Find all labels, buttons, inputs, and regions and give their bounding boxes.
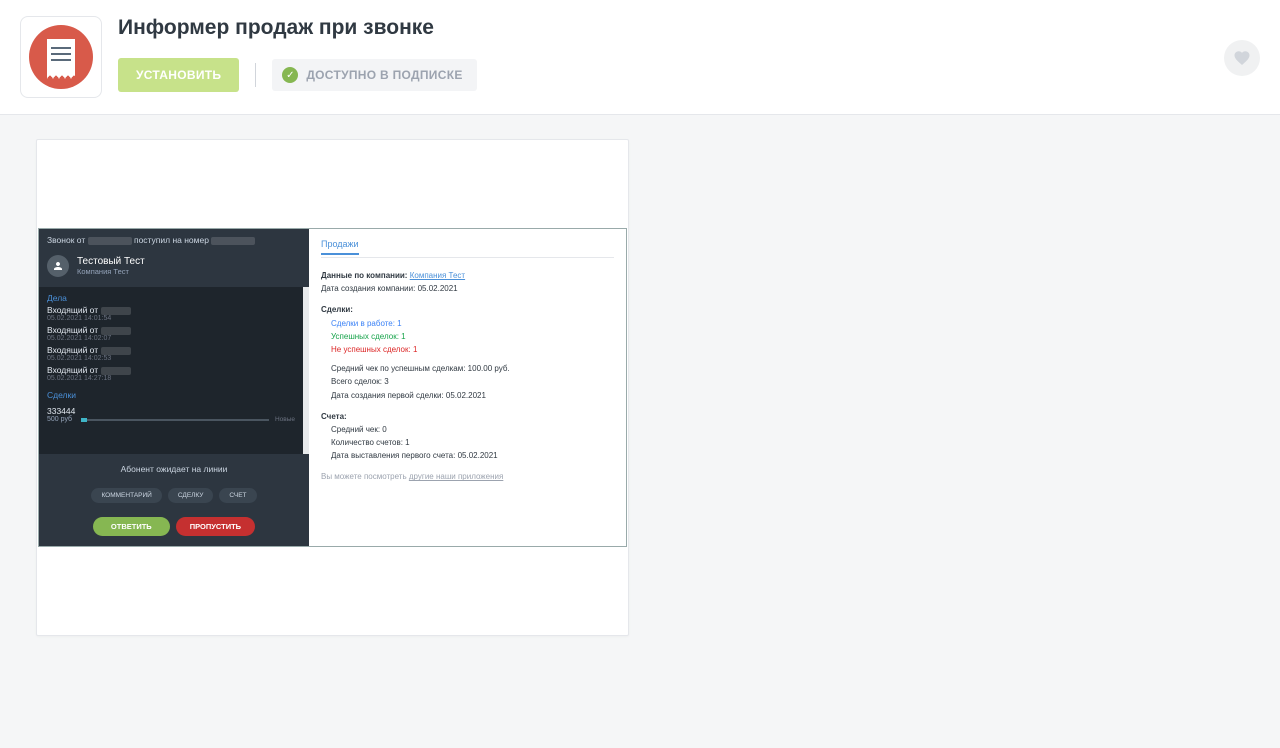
deal-progress (81, 411, 269, 421)
subscription-badge: ✓ ДОСТУПНО В ПОДПИСКЕ (272, 59, 476, 91)
avg-check: Средний чек: 0 (331, 424, 614, 435)
call-history: Входящий от 05.02.2021 14:01:54 Входящий… (47, 305, 295, 382)
deal-stage: Новые (275, 416, 295, 423)
blurred-number (211, 237, 255, 245)
call-from-label: Звонок от (47, 235, 85, 245)
caller-name: Тестовый Тест (77, 256, 145, 267)
company-link[interactable]: Компания Тест (410, 271, 465, 280)
deals-label: Сделки (47, 390, 295, 400)
header-content: Информер продаж при звонке УСТАНОВИТЬ ✓ … (118, 16, 1260, 92)
first-deal-date: Дата создания первой сделки: 05.02.2021 (331, 390, 614, 401)
app-icon (29, 25, 93, 89)
body-area: Звонок от поступил на номер Тестовый Тес… (0, 115, 1280, 660)
deals-success: Успешных сделок: 1 (331, 331, 614, 342)
call-panel-left: Звонок от поступил на номер Тестовый Тес… (39, 229, 309, 546)
deal-row: 333444 500 руб Новые (47, 406, 295, 423)
skip-button[interactable]: ПРОПУСТИТЬ (176, 517, 255, 536)
call-history-item: Входящий от (47, 325, 295, 335)
sales-panel: Продажи Данные по компании: Компания Тес… (309, 229, 626, 546)
invoice-pill[interactable]: СЧЕТ (219, 488, 256, 503)
receipt-icon (47, 39, 75, 75)
avg-check-deals: Средний чек по успешным сделкам: 100.00 … (331, 363, 614, 374)
header-actions: УСТАНОВИТЬ ✓ ДОСТУПНО В ПОДПИСКЕ (118, 58, 1260, 92)
history-label: Дела (47, 293, 295, 303)
deal-pill[interactable]: СДЕЛКУ (168, 488, 214, 503)
footer-prefix: Вы можете посмотреть (321, 472, 407, 481)
footer-note: Вы можете посмотреть другие наши приложе… (321, 471, 614, 482)
deal-price: 500 руб (47, 416, 75, 423)
call-to-label: поступил на номер (134, 235, 209, 245)
sales-tab[interactable]: Продажи (321, 239, 359, 255)
check-icon: ✓ (282, 67, 298, 83)
install-button[interactable]: УСТАНОВИТЬ (118, 58, 239, 92)
call-history-item: Входящий от (47, 365, 295, 375)
company-section: Данные по компании: Компания Тест Дата с… (321, 270, 614, 294)
deals-section: Сделки: Сделки в работе: 1 Успешных сдел… (321, 304, 614, 400)
total-deals: Всего сделок: 3 (331, 376, 614, 387)
call-history-date: 05.02.2021 14:01:54 (47, 315, 295, 322)
deals-fail: Не успешных сделок: 1 (331, 344, 614, 355)
subscription-text: ДОСТУПНО В ПОДПИСКЕ (306, 68, 462, 82)
company-label: Данные по компании: (321, 271, 407, 280)
invoices-section: Счета: Средний чек: 0 Количество счетов:… (321, 411, 614, 462)
app-icon-container (20, 16, 102, 98)
call-top-bar: Звонок от поступил на номер (39, 229, 309, 251)
wait-text: Абонент ожидает на линии (39, 464, 309, 474)
call-history-date: 05.02.2021 14:02:53 (47, 355, 295, 362)
call-window: Звонок от поступил на номер Тестовый Тес… (38, 228, 627, 547)
quick-actions: КОММЕНТАРИЙ СДЕЛКУ СЧЕТ (39, 488, 309, 503)
invoices-count: Количество счетов: 1 (331, 437, 614, 448)
favorite-button[interactable] (1224, 40, 1260, 76)
call-history-date: 05.02.2021 14:27:18 (47, 375, 295, 382)
company-created-label: Дата создания компании: (321, 284, 415, 293)
main-buttons: ОТВЕТИТЬ ПРОПУСТИТЬ (39, 517, 309, 536)
company-created-value: 05.02.2021 (418, 284, 458, 293)
call-history-item: Входящий от (47, 305, 295, 315)
caller-company: Компания Тест (77, 267, 145, 276)
tab-underline (321, 257, 614, 258)
screenshot-card: Звонок от поступил на номер Тестовый Тес… (36, 139, 629, 636)
call-history-item: Входящий от (47, 345, 295, 355)
call-body: Дела Входящий от 05.02.2021 14:01:54 Вхо… (39, 287, 309, 454)
caller-row: Тестовый Тест Компания Тест (39, 251, 309, 287)
invoices-header: Счета: (321, 411, 614, 422)
user-icon (52, 260, 64, 272)
answer-button[interactable]: ОТВЕТИТЬ (93, 517, 170, 536)
blurred-number (88, 237, 132, 245)
deals-header: Сделки: (321, 304, 614, 315)
divider (255, 63, 256, 87)
call-history-date: 05.02.2021 14:02:07 (47, 335, 295, 342)
avatar (47, 255, 69, 277)
comment-pill[interactable]: КОММЕНТАРИЙ (91, 488, 161, 503)
heart-icon (1233, 49, 1251, 67)
app-title: Информер продаж при звонке (118, 16, 1260, 40)
footer-link[interactable]: другие наши приложения (409, 472, 503, 481)
page-header: Информер продаж при звонке УСТАНОВИТЬ ✓ … (0, 0, 1280, 115)
first-invoice-date: Дата выставления первого счета: 05.02.20… (331, 450, 614, 461)
deals-in-progress: Сделки в работе: 1 (331, 318, 614, 329)
deal-name: 333444 (47, 406, 75, 416)
call-footer: Абонент ожидает на линии КОММЕНТАРИЙ СДЕ… (39, 454, 309, 546)
